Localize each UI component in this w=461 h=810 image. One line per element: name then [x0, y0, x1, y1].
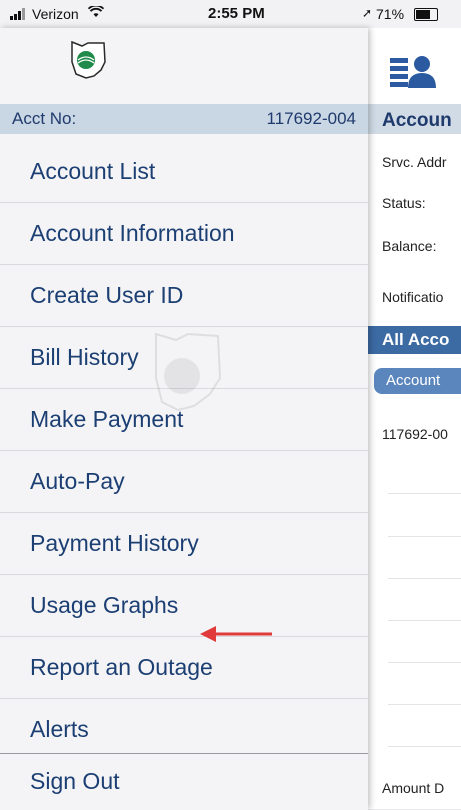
menu-item-label: Report an Outage	[30, 654, 213, 680]
red-arrow-icon	[198, 624, 274, 644]
amount-due-label: Amount D	[382, 780, 445, 796]
watermark-logo-icon	[148, 328, 228, 418]
menu-item-label: Bill History	[30, 344, 139, 370]
row-divider	[388, 620, 461, 621]
menu-item-label: Usage Graphs	[30, 592, 179, 618]
battery-percent: 71%	[376, 6, 405, 22]
row-divider	[388, 493, 461, 494]
notification-label: Notificatio	[382, 289, 444, 305]
row-divider	[388, 704, 461, 705]
account-number-label: Acct No:	[12, 109, 77, 128]
menu-item-label: Create User ID	[30, 282, 184, 308]
row-divider	[388, 662, 461, 663]
menu-item-usage-graphs[interactable]: Usage Graphs	[0, 575, 368, 637]
menu-item-label: Payment History	[30, 530, 199, 556]
sign-out-label: Sign Out	[30, 768, 120, 794]
menu-item-account-information[interactable]: Account Information	[0, 203, 368, 265]
menu-item-label: Alerts	[30, 716, 89, 742]
side-menu: Acct No: 117692-004 Account List Account…	[0, 28, 368, 810]
row-divider	[388, 746, 461, 747]
menu-item-create-user-id[interactable]: Create User ID	[0, 265, 368, 327]
all-accounts-header: All Acco	[368, 326, 461, 354]
account-header: Accoun	[368, 104, 461, 134]
status-time: 2:55 PM	[208, 5, 265, 22]
carrier-name: Verizon	[32, 6, 79, 22]
status-bar: Verizon 2:55 PM ➚ 71%	[0, 0, 461, 28]
signal-icon	[10, 8, 26, 20]
ohio-coop-logo-icon	[66, 38, 110, 82]
menu-item-report-outage[interactable]: Report an Outage	[0, 637, 368, 699]
menu-item-payment-history[interactable]: Payment History	[0, 513, 368, 575]
row-divider	[388, 536, 461, 537]
status-label: Status:	[382, 195, 426, 211]
menu-item-account-list[interactable]: Account List	[0, 141, 368, 203]
row-divider	[388, 578, 461, 579]
sign-out-button[interactable]: Sign Out	[0, 753, 368, 810]
wifi-icon	[87, 4, 105, 21]
account-row[interactable]: 117692-00	[382, 426, 448, 442]
account-number-bar: Acct No: 117692-004	[0, 104, 368, 134]
balance-label: Balance:	[382, 238, 437, 254]
battery-icon	[414, 8, 438, 21]
account-detail-panel: Accoun Srvc. Addr Status: Balance: Notif…	[368, 28, 461, 809]
menu-item-auto-pay[interactable]: Auto-Pay	[0, 451, 368, 513]
menu-item-alerts[interactable]: Alerts	[0, 699, 368, 761]
menu-item-label: Account List	[30, 158, 156, 184]
location-icon: ➚	[362, 6, 373, 20]
menu-item-label: Account Information	[30, 220, 235, 246]
menu-item-label: Auto-Pay	[30, 468, 125, 494]
account-number-value: 117692-004	[266, 109, 357, 128]
account-tab[interactable]: Account	[374, 368, 461, 394]
account-card-icon[interactable]	[386, 50, 442, 98]
service-address-label: Srvc. Addr	[382, 154, 447, 170]
